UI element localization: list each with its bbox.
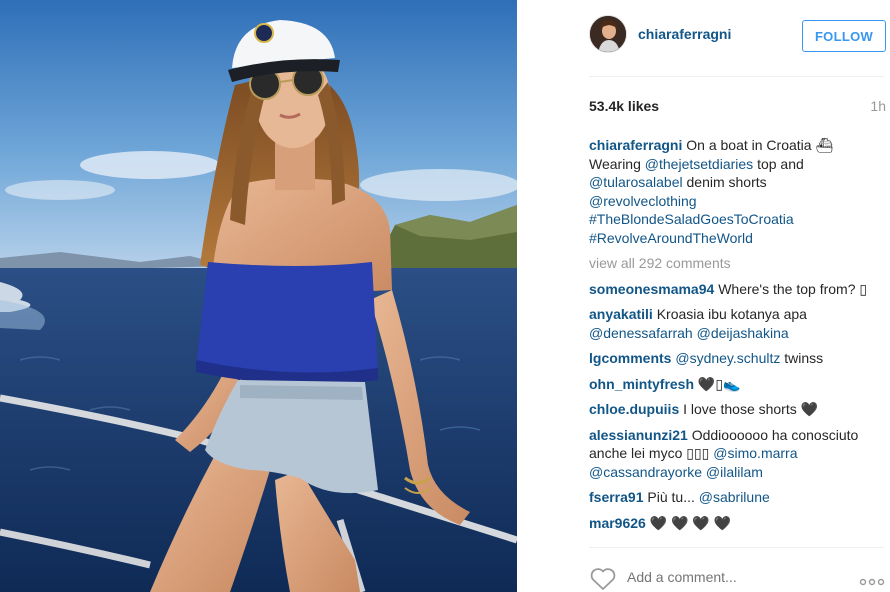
comment: chloe.dupuiis I love those shorts 🖤 <box>589 400 886 419</box>
comment-mentions[interactable]: @denessafarrah @deijashakina <box>589 325 789 341</box>
comments-list[interactable]: chiaraferragni On a boat in Croatia ⛴ We… <box>589 136 886 546</box>
caption-text: top and <box>757 155 804 172</box>
comment-mentions[interactable]: @sabrilune <box>699 489 770 505</box>
comment-username[interactable]: alessianunzi21 <box>589 427 688 443</box>
caption-mention[interactable]: @thejetsetdiaries <box>645 156 753 172</box>
comment: fserra91 Più tu... @sabrilune <box>589 488 886 507</box>
comment-text: Where's the top from? ▯ <box>718 280 868 297</box>
author-username[interactable]: chiaraferragni <box>638 26 731 42</box>
likes-count[interactable]: 53.4k likes <box>589 98 659 114</box>
more-dots-icon[interactable] <box>859 573 885 591</box>
caption-mention[interactable]: @revolveclothing <box>589 193 697 209</box>
comment-username[interactable]: chloe.dupuiis <box>589 401 679 417</box>
avatar-image <box>590 16 626 52</box>
follow-button[interactable]: FOLLOW <box>802 20 886 52</box>
comment-text: 🖤▯👟 <box>697 375 741 392</box>
post-details-panel: chiaraferragni FOLLOW 53.4k likes 1h chi… <box>517 0 890 592</box>
comment-text: Più tu... <box>647 489 695 505</box>
caption: chiaraferragni On a boat in Croatia ⛴ We… <box>589 136 886 247</box>
caption-text: denim shorts <box>686 174 767 190</box>
comment-text: 🖤 🖤 🖤 🖤 <box>649 514 732 531</box>
likes-row: 53.4k likes 1h <box>589 98 886 116</box>
comment: lgcomments @sydney.schultz twinss <box>589 349 886 368</box>
photo-illustration <box>0 0 517 592</box>
author-avatar[interactable] <box>589 15 627 53</box>
caption-hashtag[interactable]: #TheBlondeSaladGoesToCroatia <box>589 211 794 227</box>
comment-text: twinss <box>784 350 824 366</box>
comment-bar <box>589 563 890 592</box>
comment-username[interactable]: ohn_mintyfresh <box>589 376 694 392</box>
comment-username[interactable]: fserra91 <box>589 489 644 505</box>
comment-username[interactable]: lgcomments <box>589 350 671 366</box>
comment: anyakatili Kroasia ibu kotanya apa @dene… <box>589 305 886 342</box>
comment: alessianunzi21 Oddioooooo ha conosciuto … <box>589 426 886 482</box>
comment: mar9626 🖤 🖤 🖤 🖤 <box>589 514 886 533</box>
comment-text: I love those shorts 🖤 <box>683 401 819 417</box>
post-time[interactable]: 1h <box>870 98 886 114</box>
post-header: chiaraferragni FOLLOW <box>517 0 890 76</box>
caption-text: On a boat in Croatia ⛴ <box>686 137 834 153</box>
header-divider <box>589 76 884 77</box>
comment-username[interactable]: anyakatili <box>589 306 653 322</box>
view-all-comments-link[interactable]: view all 292 comments <box>589 254 886 273</box>
caption-mention[interactable]: @tularosalabel <box>589 174 683 190</box>
comment-username[interactable]: mar9626 <box>589 515 646 531</box>
add-comment-input[interactable] <box>627 567 847 587</box>
post-photo[interactable] <box>0 0 517 592</box>
comment-mentions[interactable]: @sydney.schultz <box>675 350 780 366</box>
comment-username[interactable]: someonesmama94 <box>589 281 714 297</box>
caption-hashtag[interactable]: #RevolveAroundTheWorld <box>589 230 753 246</box>
actions-divider <box>589 547 884 548</box>
comment-text: Kroasia ibu kotanya apa <box>656 306 807 322</box>
caption-text: Wearing <box>589 155 641 172</box>
comment: someonesmama94 Where's the top from? ▯ <box>589 280 886 299</box>
comment: ohn_mintyfresh 🖤▯👟 <box>589 375 886 394</box>
instagram-post-page: chiaraferragni FOLLOW 53.4k likes 1h chi… <box>0 0 890 592</box>
heart-outline-icon[interactable] <box>589 567 617 592</box>
caption-author[interactable]: chiaraferragni <box>589 137 682 153</box>
